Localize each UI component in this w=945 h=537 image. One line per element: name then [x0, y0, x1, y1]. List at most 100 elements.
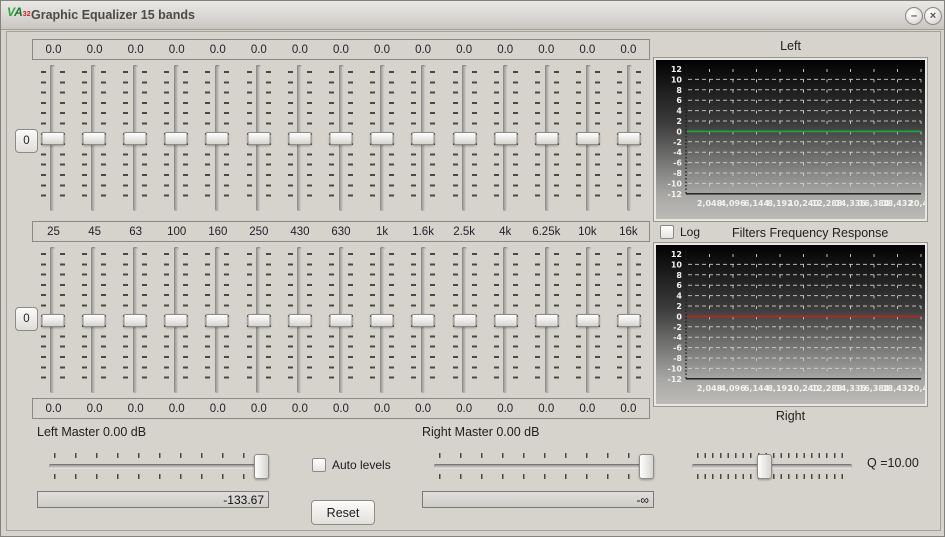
slider-thumb[interactable] [577, 314, 600, 327]
band-gain-value: 0.0 [115, 403, 156, 415]
top-band-slider-430[interactable] [287, 63, 313, 213]
slider-thumb[interactable] [577, 132, 600, 145]
zero-top-button[interactable]: 0 [15, 129, 38, 153]
bottom-band-slider-25[interactable] [40, 245, 66, 395]
title-bar[interactable]: VA32 Graphic Equalizer 15 bands – × [1, 1, 944, 30]
slider-thumb[interactable] [206, 314, 229, 327]
slider-thumb[interactable] [41, 314, 64, 327]
top-band-slider-160[interactable] [204, 63, 230, 213]
top-band-slider-1.6k[interactable] [410, 63, 436, 213]
band-gain-value: 0.0 [115, 44, 156, 56]
band-frequency-label: 63 [115, 226, 156, 238]
slider-thumb[interactable] [82, 132, 105, 145]
slider-thumb[interactable] [165, 314, 188, 327]
band-gain-value: 0.0 [320, 44, 361, 56]
slider-thumb[interactable] [618, 314, 641, 327]
x-axis-tick-label: 20,48 [908, 199, 925, 208]
top-band-slider-250[interactable] [246, 63, 272, 213]
slider-thumb[interactable] [371, 132, 394, 145]
y-axis-tick-label: 2 [676, 302, 682, 311]
bottom-band-slider-630[interactable] [328, 245, 354, 395]
right-master-slider[interactable] [432, 452, 654, 480]
slider-thumb[interactable] [412, 132, 435, 145]
band-gain-value: 0.0 [238, 403, 279, 415]
q-factor-slider[interactable] [690, 452, 854, 480]
band-column [32, 245, 73, 399]
slider-thumb[interactable] [453, 314, 476, 327]
band-gain-value: 0.0 [403, 44, 444, 56]
slider-thumb[interactable] [124, 132, 147, 145]
slider-thumb[interactable] [494, 132, 517, 145]
log-checkbox[interactable] [660, 225, 674, 239]
bottom-band-slider-4k[interactable] [493, 245, 519, 395]
bottom-band-slider-1.6k[interactable] [410, 245, 436, 395]
minimize-button[interactable]: – [905, 7, 923, 25]
top-band-slider-16k[interactable] [616, 63, 642, 213]
slider-thumb[interactable] [412, 314, 435, 327]
top-band-slider-100[interactable] [163, 63, 189, 213]
bottom-band-slider-10k[interactable] [575, 245, 601, 395]
top-band-slider-630[interactable] [328, 63, 354, 213]
bottom-band-slider-6.25k[interactable] [534, 245, 560, 395]
top-band-slider-63[interactable] [122, 63, 148, 213]
bottom-band-slider-1k[interactable] [369, 245, 395, 395]
slider-thumb[interactable] [536, 314, 559, 327]
slider-thumb[interactable] [254, 454, 269, 479]
slider-thumb[interactable] [639, 454, 654, 479]
bottom-band-slider-430[interactable] [287, 245, 313, 395]
band-gain-value: 0.0 [526, 44, 567, 56]
top-band-slider-2.5k[interactable] [452, 63, 478, 213]
slider-thumb[interactable] [536, 132, 559, 145]
slider-thumb[interactable] [247, 132, 270, 145]
band-gain-value: 0.0 [156, 403, 197, 415]
bottom-band-slider-250[interactable] [246, 245, 272, 395]
band-gain-value: 0.0 [156, 44, 197, 56]
bottom-band-slider-16k[interactable] [616, 245, 642, 395]
zero-bottom-button[interactable]: 0 [15, 307, 38, 331]
slider-thumb[interactable] [82, 314, 105, 327]
band-frequency-label: 430 [279, 226, 320, 238]
band-column [568, 245, 609, 399]
top-band-slider-1k[interactable] [369, 63, 395, 213]
bottom-band-slider-63[interactable] [122, 245, 148, 395]
window-controls: – × [905, 7, 942, 25]
bottom-band-slider-160[interactable] [204, 245, 230, 395]
band-gain-value: 0.0 [74, 44, 115, 56]
band-column [362, 245, 403, 399]
bottom-band-slider-45[interactable] [81, 245, 107, 395]
top-band-slider-10k[interactable] [575, 63, 601, 213]
y-axis-tick-label: 2 [676, 117, 682, 126]
close-button[interactable]: × [924, 7, 942, 25]
bottom-band-slider-100[interactable] [163, 245, 189, 395]
slider-thumb[interactable] [288, 132, 311, 145]
band-gain-value: 0.0 [74, 403, 115, 415]
band-gain-value: 0.0 [403, 403, 444, 415]
slider-thumb[interactable] [124, 314, 147, 327]
band-frequency-label: 6.25k [526, 226, 567, 238]
reset-button[interactable]: Reset [311, 500, 375, 525]
slider-thumb[interactable] [206, 132, 229, 145]
band-gain-value: 0.0 [608, 44, 649, 56]
slider-thumb[interactable] [371, 314, 394, 327]
left-master-slider[interactable] [47, 452, 269, 480]
top-band-slider-25[interactable] [40, 63, 66, 213]
slider-thumb[interactable] [330, 314, 353, 327]
slider-thumb[interactable] [757, 454, 772, 479]
x-axis-tick-label: 4,096 [720, 199, 746, 208]
slider-thumb[interactable] [247, 314, 270, 327]
slider-thumb[interactable] [330, 132, 353, 145]
auto-levels-checkbox[interactable] [312, 458, 326, 472]
top-band-slider-4k[interactable] [493, 63, 519, 213]
x-axis-tick-label: 2,048 [697, 199, 723, 208]
slider-thumb[interactable] [41, 132, 64, 145]
bottom-band-slider-2.5k[interactable] [452, 245, 478, 395]
y-axis-tick-label: 8 [676, 86, 682, 95]
slider-thumb[interactable] [618, 132, 641, 145]
slider-thumb[interactable] [494, 314, 517, 327]
slider-thumb[interactable] [165, 132, 188, 145]
band-frequency-label: 250 [238, 226, 279, 238]
slider-thumb[interactable] [453, 132, 476, 145]
slider-thumb[interactable] [288, 314, 311, 327]
top-band-slider-45[interactable] [81, 63, 107, 213]
top-band-slider-6.25k[interactable] [534, 63, 560, 213]
